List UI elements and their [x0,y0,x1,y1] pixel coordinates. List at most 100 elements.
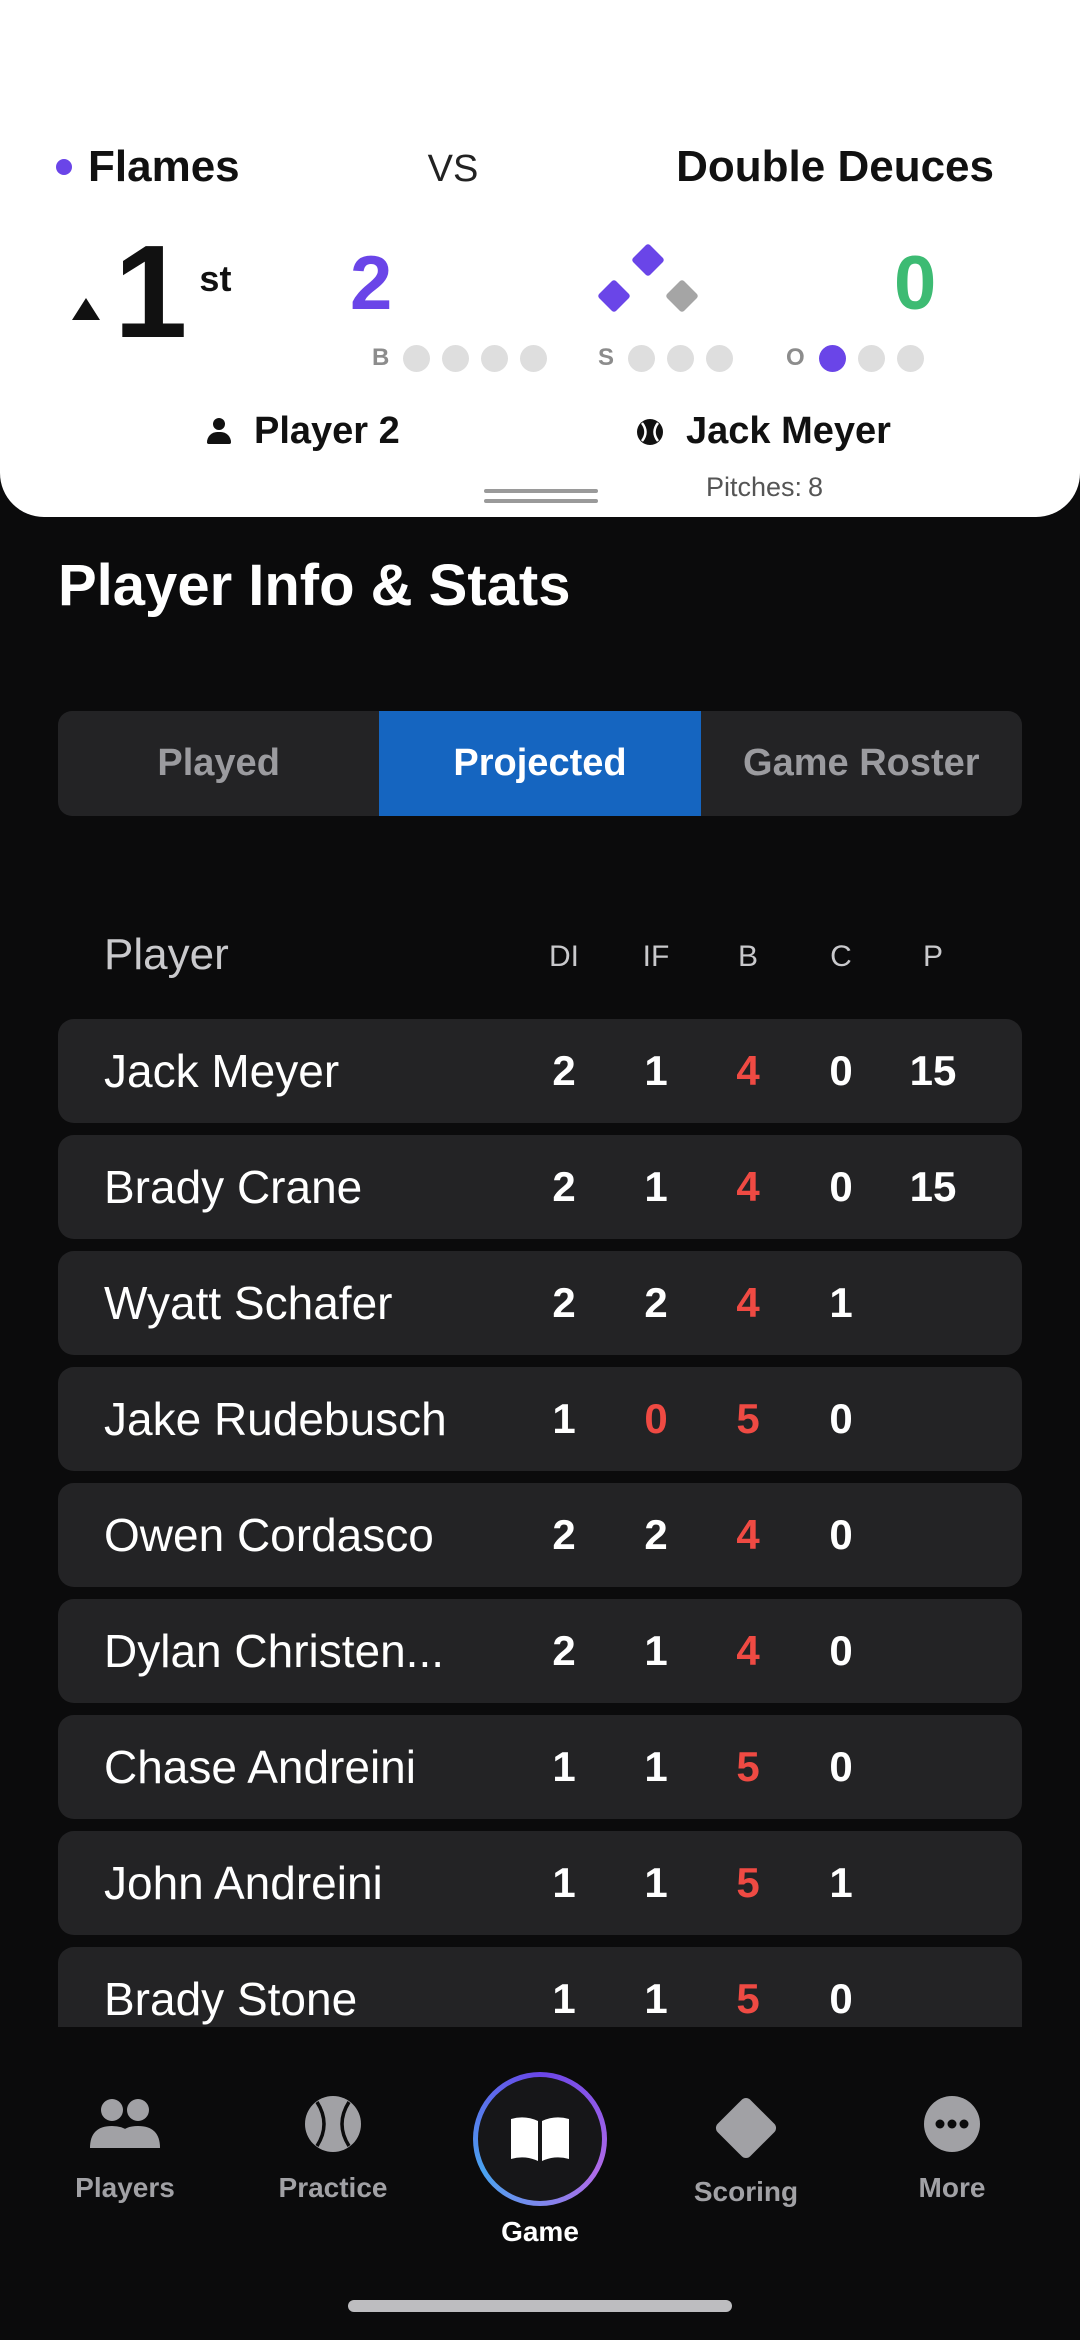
tab-practice[interactable]: Practice [248,2084,418,2204]
stat-di: 2 [552,1163,576,1210]
table-row[interactable]: Jake Rudebusch 1 0 5 0 [58,1367,1022,1471]
inning-number: 1 [114,218,188,365]
tab-projected[interactable]: Projected [379,711,701,816]
stat-p [893,1715,973,1819]
player-name: Chase Andreini [104,1741,416,1793]
stat-c: 0 [829,1743,853,1790]
tab-players-label: Players [75,2172,175,2203]
player-name: Owen Cordasco [104,1509,434,1561]
column-header-if: IF [642,940,670,973]
stat-b: 5 [736,1859,760,1906]
strikes-label: S [598,344,615,371]
pitch-count: Pitches: 8 [700,472,823,503]
person-icon [206,417,232,446]
stat-di: 1 [552,1743,576,1790]
stat-di: 1 [552,1859,576,1906]
out-pip [896,344,924,372]
player-stats-list[interactable]: Jack Meyer 2 1 4 0 15 Brady Crane 2 1 4 … [58,1019,1022,2027]
stat-if: 1 [644,1743,668,1790]
ball-pip [520,344,548,372]
stat-if: 1 [644,1163,668,1210]
stat-if: 1 [644,1047,668,1094]
stat-c: 0 [829,1163,853,1210]
table-row[interactable]: Dylan Christen... 2 1 4 0 [58,1599,1022,1703]
pitches-label: Pitches: [706,472,803,502]
column-header-p: P [922,940,943,973]
stat-if: 1 [644,1975,668,2022]
strike-pip [628,344,656,372]
strike-pip [706,344,734,372]
tab-practice-label: Practice [278,2172,388,2203]
book-icon [511,2117,569,2161]
stat-di: 2 [552,1627,576,1674]
balls-label: B [372,344,390,371]
strikes-count: S [598,344,745,372]
stat-c: 0 [829,1511,853,1558]
stat-c: 1 [829,1279,853,1326]
bottom-tab-bar: Players Practice Game Scoring More [0,2028,1080,2340]
stat-di: 2 [552,1047,576,1094]
drag-handle[interactable] [484,489,598,505]
inning-indicator: 1 st [72,218,231,365]
table-row[interactable]: Brady Stone 1 1 5 0 [58,1947,1022,2027]
current-batter: Player 2 [206,410,400,453]
diamond-icon [706,2088,786,2168]
table-row[interactable]: Jack Meyer 2 1 4 0 15 [58,1019,1022,1123]
out-pip [857,344,885,372]
tab-game-roster[interactable]: Game Roster [701,711,1022,816]
player-name: Wyatt Schafer [104,1277,393,1329]
tab-scoring[interactable]: Scoring [661,2088,831,2208]
column-header-player: Player [104,930,229,979]
player-name: Brady Stone [104,1973,358,2025]
outs-count: O [786,344,936,372]
stat-b: 5 [736,1395,760,1442]
table-row[interactable]: Brady Crane 2 1 4 0 15 [58,1135,1022,1239]
out-pip [818,344,846,372]
balls-count: B [372,344,559,372]
away-team-name: Double Deuces [676,142,994,191]
home-indicator[interactable] [348,2300,732,2312]
table-row[interactable]: Chase Andreini 1 1 5 0 [58,1715,1022,1819]
scoreboard-card[interactable]: Flames VS Double Deuces 1 st 2 0 B S O P… [0,0,1080,517]
stat-b: 4 [736,1627,760,1674]
third-base-icon [597,279,631,313]
more-icon [912,2084,992,2164]
stat-p [893,1947,973,2027]
tab-played[interactable]: Played [58,711,379,816]
stat-c: 1 [829,1859,853,1906]
first-base-icon [665,279,699,313]
player-name: Brady Crane [104,1161,363,1213]
batter-name: Player 2 [254,410,400,452]
stat-b: 4 [736,1511,760,1558]
table-row[interactable]: John Andreini 1 1 5 1 [58,1831,1022,1935]
strike-pip [667,344,695,372]
player-name: Jack Meyer [104,1045,340,1097]
column-header-di: DI [549,940,579,973]
stat-p [893,1367,973,1471]
stat-p: 15 [909,1163,957,1210]
stat-di: 1 [552,1975,576,2022]
table-row[interactable]: Wyatt Schafer 2 2 4 1 [58,1251,1022,1355]
stat-p [893,1831,973,1935]
tab-game[interactable]: Game [472,2072,608,2248]
baseball-icon [293,2084,373,2164]
stat-if: 2 [644,1279,668,1326]
stat-if: 1 [644,1859,668,1906]
stat-c: 0 [829,1047,853,1094]
current-pitcher: Jack Meyer [636,410,891,453]
stat-p: 15 [909,1047,957,1094]
tab-more-label: More [918,2172,986,2203]
tab-game-label: Game [501,2216,579,2247]
stat-di: 2 [552,1511,576,1558]
tab-players[interactable]: Players [40,2084,210,2204]
stat-c: 0 [829,1395,853,1442]
stat-b: 5 [736,1743,760,1790]
home-score: 2 [350,241,393,326]
table-row[interactable]: Owen Cordasco 2 2 4 0 [58,1483,1022,1587]
tab-more[interactable]: More [867,2084,1037,2204]
tab-scoring-label: Scoring [693,2176,799,2207]
player-name: John Andreini [104,1857,383,1909]
game-button-ring [473,2072,607,2206]
stat-p [893,1599,973,1703]
top-inning-arrow-icon [72,298,100,320]
